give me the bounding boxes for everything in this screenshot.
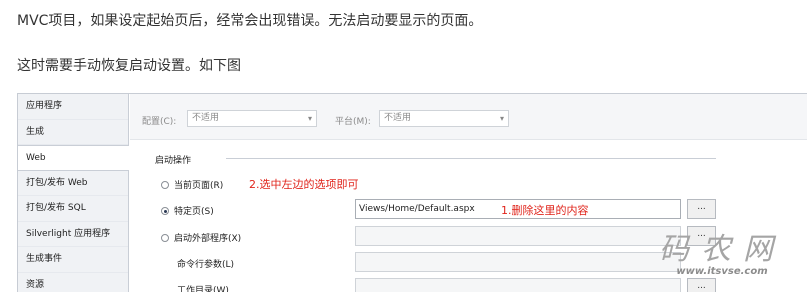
start-action-group-title: 启动操作 xyxy=(155,156,192,166)
configuration-select[interactable]: 不适用 ▾ xyxy=(187,110,317,127)
current-page-label: 当前页面(R) xyxy=(174,181,224,191)
properties-sidebar: 应用程序 生成 Web 打包/发布 Web 打包/发布 SQL Silverli… xyxy=(18,94,129,292)
platform-label: 平台(M): xyxy=(335,117,371,127)
specific-page-radio[interactable]: 特定页(S) xyxy=(161,204,214,217)
sidebar-item-package-web[interactable]: 打包/发布 Web xyxy=(18,171,128,196)
external-program-radio[interactable]: 启动外部程序(X) xyxy=(161,231,241,244)
platform-select[interactable]: 不适用 ▾ xyxy=(379,110,509,127)
chevron-down-icon: ▾ xyxy=(307,114,312,123)
current-page-radio[interactable]: 当前页面(R) xyxy=(161,178,223,191)
sidebar-item-build-events[interactable]: 生成事件 xyxy=(18,247,128,273)
platform-value: 不适用 xyxy=(384,113,412,123)
configuration-label: 配置(C): xyxy=(142,117,177,127)
chevron-down-icon: ▾ xyxy=(499,114,504,123)
sidebar-item-build[interactable]: 生成 xyxy=(18,120,128,145)
sidebar-item-web[interactable]: Web xyxy=(18,145,129,171)
sidebar-item-package-sql[interactable]: 打包/发布 SQL xyxy=(18,196,128,222)
sidebar-item-silverlight[interactable]: Silverlight 应用程序 xyxy=(18,222,128,247)
command-args-label: 命令行参数(L) xyxy=(177,260,235,270)
specific-page-browse-button[interactable]: ... xyxy=(687,199,716,219)
specific-page-label: 特定页(S) xyxy=(174,207,214,217)
radio-checked-icon xyxy=(161,207,169,215)
configuration-bar: 配置(C): 不适用 ▾ 平台(M): 不适用 ▾ xyxy=(130,94,807,140)
working-dir-input[interactable] xyxy=(355,278,681,292)
configuration-value: 不适用 xyxy=(192,113,220,123)
group-divider xyxy=(226,158,716,159)
annotation-delete-content: 1.删除这里的内容 xyxy=(501,204,589,217)
article-paragraph-2: 这时需要手动恢复启动设置。如下图 xyxy=(17,58,241,74)
sidebar-item-resources[interactable]: 资源 xyxy=(18,273,128,292)
working-dir-label: 工作目录(W) xyxy=(177,286,229,292)
radio-unchecked-icon xyxy=(161,181,169,189)
command-args-input[interactable] xyxy=(355,252,681,272)
external-program-label: 启动外部程序(X) xyxy=(174,234,242,244)
working-dir-browse-button[interactable]: ... xyxy=(687,278,716,292)
watermark-url: www.itsvse.com xyxy=(676,266,768,277)
site-watermark: 码农网 www.itsvse.com xyxy=(647,232,797,278)
external-program-input[interactable] xyxy=(355,226,681,246)
article-paragraph-1: MVC项目，如果设定起始页后，经常会出现错误。无法启动要显示的页面。 xyxy=(17,13,483,29)
radio-unchecked-icon xyxy=(161,234,169,242)
sidebar-item-application[interactable]: 应用程序 xyxy=(18,94,128,120)
annotation-select-left: 2.选中左边的选项即可 xyxy=(249,178,359,191)
watermark-logo-text: 码农网 xyxy=(659,232,785,267)
